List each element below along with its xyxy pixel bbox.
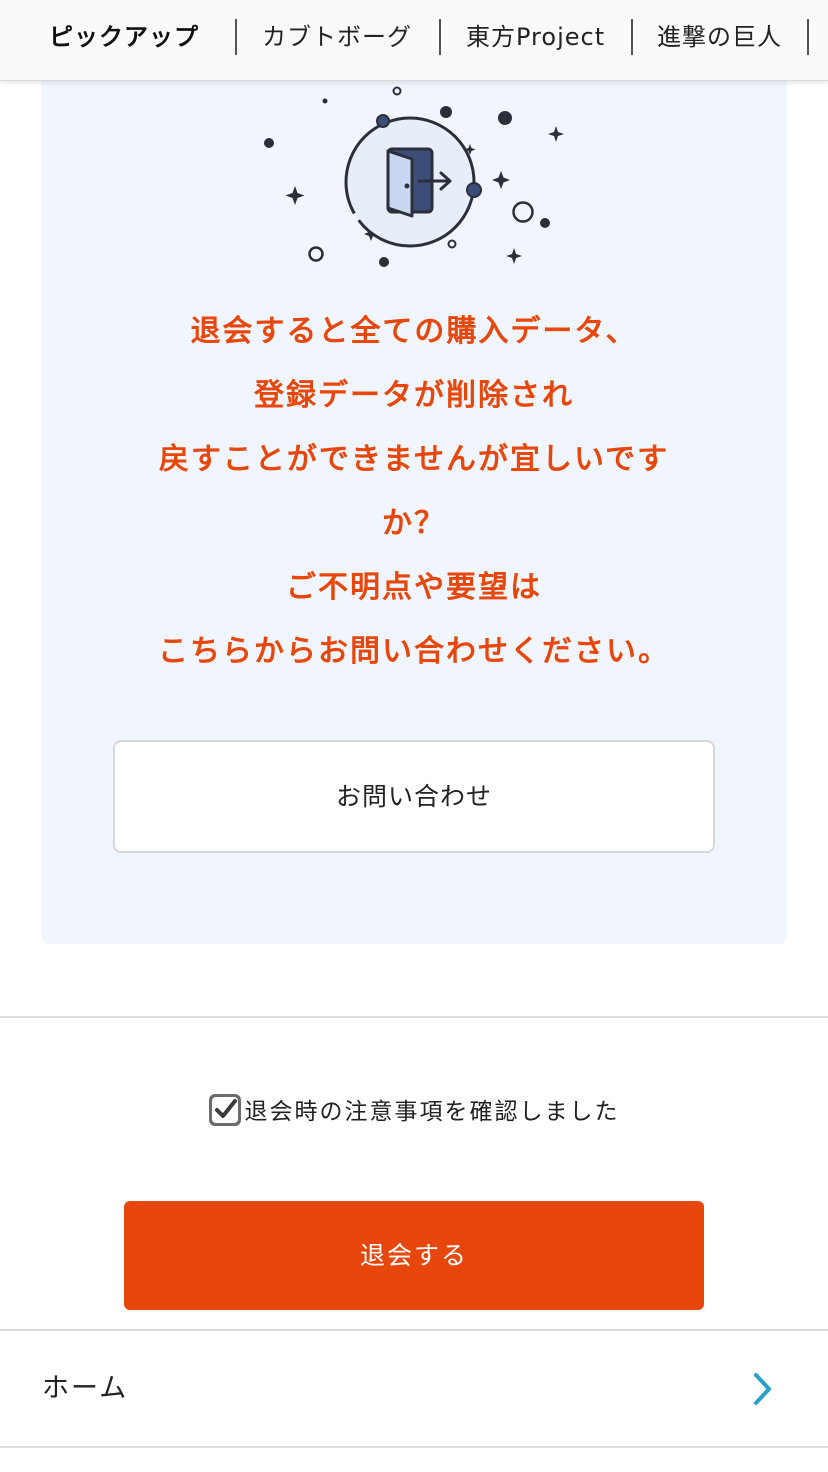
tab-divider bbox=[235, 19, 237, 55]
checkmark-icon bbox=[211, 1096, 238, 1123]
warning-line: 登録データが削除され bbox=[254, 378, 574, 413]
confirm-label: 退会時の注意事項を確認しました bbox=[244, 1099, 620, 1125]
chevron-right-icon bbox=[754, 1373, 771, 1405]
nav-home-label: ホーム bbox=[42, 1373, 129, 1404]
confirm-checkbox[interactable] bbox=[208, 1093, 241, 1126]
tab-divider bbox=[631, 19, 633, 55]
section-divider bbox=[0, 1446, 828, 1448]
page: ピックアップ カブトボーグ 東方Project 進撃の巨人 退会すると全ての購入… bbox=[0, 0, 828, 1472]
tab-divider bbox=[807, 19, 809, 55]
nav-item-home[interactable]: ホーム bbox=[0, 1331, 828, 1448]
confirm-checkbox-row[interactable]: 退会時の注意事項を確認しました bbox=[0, 1092, 828, 1132]
tab-divider bbox=[439, 19, 441, 55]
tab-kabutoborg[interactable]: カブトボーグ bbox=[262, 18, 412, 56]
warning-line: 退会すると全ての購入データ、 bbox=[190, 314, 638, 349]
warning-line: ご不明点や要望は bbox=[286, 570, 542, 605]
withdraw-button[interactable]: 退会する bbox=[124, 1201, 704, 1310]
tab-attack-on-titan[interactable]: 進撃の巨人 bbox=[657, 18, 782, 56]
tab-touhou-project[interactable]: 東方Project bbox=[466, 18, 605, 56]
category-tab-bar: ピックアップ カブトボーグ 東方Project 進撃の巨人 bbox=[0, 0, 828, 81]
door-exit-icon bbox=[264, 86, 564, 267]
contact-button[interactable]: お問い合わせ bbox=[113, 740, 715, 853]
warning-line: 戻すことができませんが宜しいです bbox=[158, 442, 670, 477]
tab-pickup[interactable]: ピックアップ bbox=[49, 18, 199, 56]
warning-line: か？ bbox=[382, 506, 446, 541]
warning-line: こちらからお問い合わせください。 bbox=[158, 634, 670, 669]
withdrawal-warning-text: 退会すると全ての購入データ、 登録データが削除され 戻すことができませんが宜しい… bbox=[41, 300, 787, 684]
section-divider bbox=[0, 1016, 828, 1018]
